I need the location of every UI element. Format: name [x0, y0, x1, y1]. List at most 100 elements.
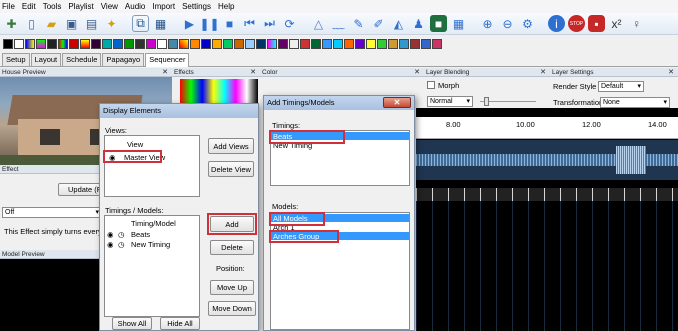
effect-state-icon[interactable]	[388, 39, 398, 49]
effect-liquid-icon[interactable]	[421, 39, 431, 49]
grid-icon[interactable]: ▦	[450, 15, 467, 32]
bucket-icon[interactable]: ◭	[390, 15, 407, 32]
effect-meteors-icon[interactable]	[135, 39, 145, 49]
effect-lightning-icon[interactable]	[366, 39, 376, 49]
show-all-button[interactable]: Show All	[112, 317, 152, 330]
effect-video-icon[interactable]	[410, 39, 420, 49]
effect-marquee-icon[interactable]	[377, 39, 387, 49]
tab-sequencer[interactable]: Sequencer	[145, 53, 190, 67]
beats-timing-row[interactable]	[416, 188, 678, 201]
timing-row-beats[interactable]: ◉ ◷ Beats	[107, 230, 197, 239]
effect-ripple-icon[interactable]	[201, 39, 211, 49]
effect-tendril-icon[interactable]	[399, 39, 409, 49]
render-style-dropdown[interactable]: Default	[598, 81, 644, 92]
menu-import[interactable]: Import	[152, 2, 175, 11]
forward-icon[interactable]: ⏭	[261, 15, 278, 32]
blend-mode-dropdown[interactable]: Normal	[427, 96, 473, 107]
effect-spirals-icon[interactable]	[267, 39, 277, 49]
effect-plasma-icon[interactable]	[190, 39, 200, 49]
blend-slider-thumb[interactable]	[484, 97, 489, 106]
menu-tools[interactable]: Tools	[43, 2, 62, 11]
clock-icon[interactable]: ◷	[118, 240, 125, 249]
timings-models-list[interactable]: Timing/Model ◉ ◷ Beats ◉ ◷ New Timing	[104, 215, 200, 317]
info-icon[interactable]: i	[548, 15, 565, 32]
effect-shimmer-icon[interactable]	[212, 39, 222, 49]
effect-circles-icon[interactable]	[47, 39, 57, 49]
effect-pinwheel-icon[interactable]	[179, 39, 189, 49]
timeline-ruler[interactable]: 8.00 10.00 12.00 14.00	[416, 117, 678, 139]
effect-single-strand-icon[interactable]	[234, 39, 244, 49]
move-down-button[interactable]: Move Down	[208, 301, 256, 316]
move-up-button[interactable]: Move Up	[210, 280, 254, 295]
close-icon[interactable]: ✕	[250, 68, 256, 77]
delete-view-button[interactable]: Delete View	[208, 161, 254, 177]
timing-row-new[interactable]: ◉ ◷ New Timing	[107, 240, 197, 249]
add-views-button[interactable]: Add Views	[208, 138, 254, 154]
morph-checkbox[interactable]	[427, 81, 435, 89]
effect-life-icon[interactable]	[124, 39, 134, 49]
menu-file[interactable]: File	[2, 2, 15, 11]
waveform[interactable]	[416, 140, 678, 180]
zoom-out-icon[interactable]: ⊖	[499, 15, 516, 32]
play-icon[interactable]: ▶	[181, 15, 198, 32]
effect-dropdown[interactable]: Off	[2, 207, 102, 218]
close-icon[interactable]: ✕	[414, 68, 420, 77]
effect-faces-icon[interactable]	[344, 39, 354, 49]
open-folder-icon[interactable]: ▰	[43, 15, 60, 32]
effect-twinkle-icon[interactable]	[322, 39, 332, 49]
close-icon[interactable]: ✕	[162, 68, 168, 77]
copy-icon[interactable]: ⧉	[132, 15, 149, 32]
save-as-icon[interactable]: ▤	[83, 15, 100, 32]
effect-snowstorm-icon[interactable]	[256, 39, 266, 49]
effect-color-wash-icon[interactable]	[58, 39, 68, 49]
effect-kaleidoscope-icon[interactable]	[432, 39, 442, 49]
brush-icon[interactable]: ✎	[350, 15, 367, 32]
menu-settings[interactable]: Settings	[182, 2, 211, 11]
effect-curtain-icon[interactable]	[69, 39, 79, 49]
effects-grid[interactable]	[180, 79, 258, 103]
color-square-icon[interactable]: ■	[430, 15, 447, 32]
close-icon[interactable]: ✕	[383, 97, 411, 108]
loop-icon[interactable]: ⟳	[281, 15, 298, 32]
effect-piano-icon[interactable]	[157, 39, 167, 49]
signal-icon[interactable]: ﹏	[330, 15, 347, 32]
close-icon[interactable]: ✕	[668, 68, 674, 77]
delete-button[interactable]: Delete	[210, 240, 254, 255]
effect-wave-icon[interactable]	[333, 39, 343, 49]
tab-layout[interactable]: Layout	[30, 53, 62, 66]
tab-papagayo[interactable]: Papagayo	[102, 53, 145, 66]
paint-icon[interactable]: ✐	[370, 15, 387, 32]
effect-snowflakes-icon[interactable]	[245, 39, 255, 49]
views-list[interactable]: View ◉ Master View	[104, 135, 200, 197]
new-sequence-icon[interactable]: ✚	[3, 15, 20, 32]
menu-view[interactable]: View	[101, 2, 118, 11]
lightbulb-icon[interactable]: ♀	[628, 15, 645, 32]
save-icon[interactable]: ▣	[63, 15, 80, 32]
effect-tree-icon[interactable]	[311, 39, 321, 49]
menu-playlist[interactable]: Playlist	[68, 2, 93, 11]
eye-icon[interactable]: ◉	[107, 240, 114, 249]
effect-garlands-icon[interactable]	[102, 39, 112, 49]
effect-pictures-icon[interactable]	[168, 39, 178, 49]
gear-icon[interactable]: ⚙	[519, 15, 536, 32]
hide-all-button[interactable]: Hide All	[160, 317, 200, 330]
new-file-icon[interactable]: ▯	[23, 15, 40, 32]
tab-setup[interactable]: Setup	[2, 53, 30, 66]
effect-spirograph-icon[interactable]	[278, 39, 288, 49]
effect-on-icon[interactable]	[14, 39, 24, 49]
pause-icon[interactable]: ❚❚	[199, 15, 219, 32]
person-icon[interactable]: ♟	[410, 15, 427, 32]
effect-text-icon[interactable]	[300, 39, 310, 49]
effect-bars-icon[interactable]	[25, 39, 35, 49]
tab-schedule[interactable]: Schedule	[62, 53, 102, 66]
clock-icon[interactable]: ◷	[118, 230, 125, 239]
rewind-icon[interactable]: ⏮	[241, 15, 258, 32]
record-icon[interactable]: ▪	[588, 15, 605, 32]
stop-sign-icon[interactable]: STOP	[568, 15, 585, 32]
effect-off-icon[interactable]	[3, 39, 13, 49]
menu-audio[interactable]: Audio	[125, 2, 145, 11]
menu-help[interactable]: Help	[218, 2, 234, 11]
menu-edit[interactable]: Edit	[22, 2, 36, 11]
close-icon[interactable]: ✕	[540, 68, 546, 77]
paste-icon[interactable]: ▦	[152, 15, 169, 32]
